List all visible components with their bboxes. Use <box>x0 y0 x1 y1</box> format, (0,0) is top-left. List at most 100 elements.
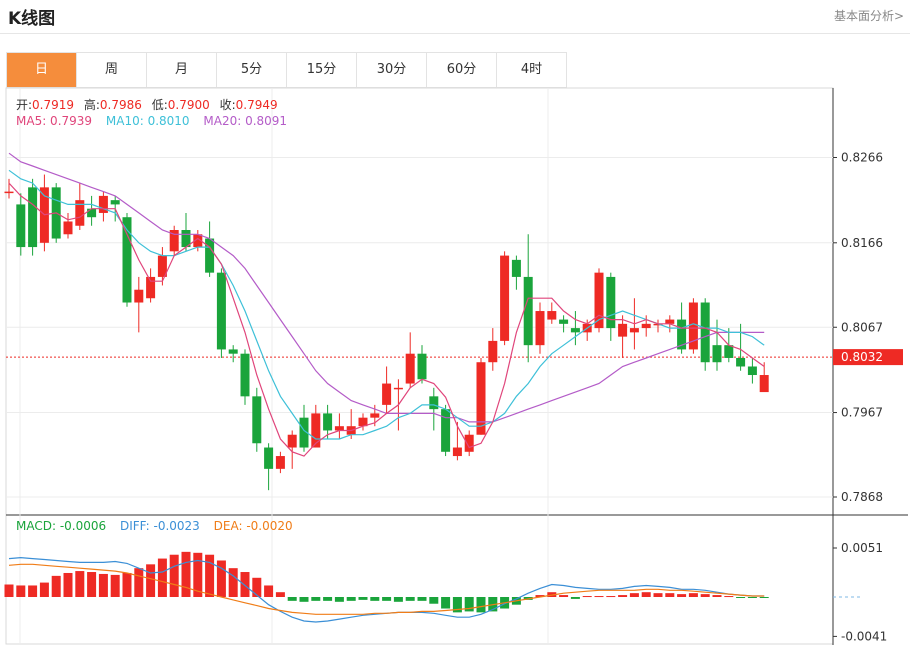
macd-bar <box>736 597 746 598</box>
candle-body <box>464 434 474 452</box>
macd-bar <box>759 597 769 598</box>
macd-tick-label: -0.0041 <box>841 629 887 643</box>
macd-bar <box>98 573 108 597</box>
macd-bar <box>606 596 616 598</box>
macd-bar <box>712 595 722 597</box>
low-label: 低: <box>151 98 168 112</box>
candle-body <box>4 191 14 194</box>
macd-bar <box>476 597 486 613</box>
candle-body <box>511 259 521 277</box>
macd-bar <box>559 595 569 597</box>
macd-bar <box>240 572 250 597</box>
macd-bar <box>429 597 439 604</box>
candle-body <box>641 323 651 329</box>
macd-bar <box>653 593 663 597</box>
macd-bar <box>311 597 321 601</box>
macd-bar <box>334 597 344 602</box>
macd-bar <box>39 582 49 597</box>
macd-bar <box>287 597 297 601</box>
high-label: 高: <box>83 98 100 112</box>
candle-body <box>323 413 333 431</box>
candle-body <box>618 323 628 337</box>
dea-line <box>8 563 765 615</box>
open-label: 开: <box>16 98 33 112</box>
macd-bar <box>75 571 85 597</box>
macd-bar <box>51 575 61 597</box>
macd-bar <box>63 572 73 597</box>
candle-body <box>535 311 545 346</box>
candle-body <box>417 353 427 380</box>
ma5-label: MA5: 0.7939 <box>16 114 93 128</box>
macd-bar <box>275 592 285 597</box>
candle-body <box>500 255 510 341</box>
candle-body <box>228 349 238 354</box>
candle-body <box>287 434 297 448</box>
candle-body <box>205 238 215 273</box>
macd-bar <box>169 554 179 597</box>
candle-body <box>264 447 274 469</box>
candle-body <box>216 272 226 350</box>
candle-body <box>606 276 616 329</box>
current-price-label: 0.8032 <box>841 350 883 364</box>
close-value: 0.7949 <box>235 98 278 112</box>
macd-bar <box>582 596 592 598</box>
candle-body <box>87 208 97 218</box>
macd-bar <box>747 597 757 598</box>
candle-body <box>712 345 722 363</box>
candle-body <box>275 456 285 469</box>
ma5-line <box>8 182 765 457</box>
macd-bar <box>146 564 156 597</box>
macd-bar <box>134 568 144 597</box>
candle-body <box>252 396 262 444</box>
diff-label: DIFF: -0.0023 <box>119 519 200 533</box>
candle-body <box>311 413 321 448</box>
macd-bar <box>28 585 38 597</box>
candle-body <box>559 319 569 324</box>
candle-body <box>629 328 639 333</box>
macd-bar <box>346 597 356 601</box>
candle-body <box>523 276 533 346</box>
price-tick-label: 0.8067 <box>841 320 883 334</box>
macd-bar <box>441 597 451 609</box>
macd-bar <box>417 597 427 601</box>
macd-bar <box>641 592 651 597</box>
macd-bar <box>299 597 309 602</box>
macd-bar <box>677 594 687 597</box>
macd-bar <box>629 593 639 597</box>
macd-bar <box>110 574 120 597</box>
candle-body <box>547 311 557 320</box>
macd-bar <box>252 577 262 597</box>
macd-bar <box>216 560 226 597</box>
macd-bar <box>358 597 368 600</box>
candle-body <box>759 375 769 393</box>
macd-bar <box>393 597 403 602</box>
candle-body <box>393 387 403 390</box>
macd-bar <box>157 558 167 597</box>
macd-bar <box>122 572 132 597</box>
macd-bar <box>594 596 604 598</box>
macd-bar <box>665 593 675 597</box>
macd-bar <box>264 585 274 597</box>
macd-label: MACD: -0.0006 <box>16 519 107 533</box>
candle-body <box>110 200 120 205</box>
candle-body <box>405 353 415 384</box>
dea-label: DEA: -0.0020 <box>213 519 293 533</box>
close-label: 收: <box>219 98 236 112</box>
macd-readout: MACD: -0.0006 DIFF: -0.0023 DEA: -0.0020 <box>16 519 293 533</box>
candle-body <box>700 302 710 363</box>
macd-bar <box>382 597 392 601</box>
open-value: 0.7919 <box>32 98 75 112</box>
candle-body <box>488 340 498 363</box>
price-tick-label: 0.7967 <box>841 406 883 420</box>
ma20-label: MA20: 0.8091 <box>203 114 288 128</box>
ma10-label: MA10: 0.8010 <box>105 114 190 128</box>
ma-readout: MA5: 0.7939 MA10: 0.8010 MA20: 0.8091 <box>16 114 287 128</box>
candle-body <box>370 413 380 418</box>
macd-bar <box>570 597 580 599</box>
candle-body <box>334 426 344 431</box>
macd-bar <box>405 597 415 601</box>
macd-bar <box>724 596 734 598</box>
candle-body <box>134 289 144 303</box>
macd-bar <box>87 572 97 597</box>
price-tick-label: 0.8166 <box>841 236 883 250</box>
